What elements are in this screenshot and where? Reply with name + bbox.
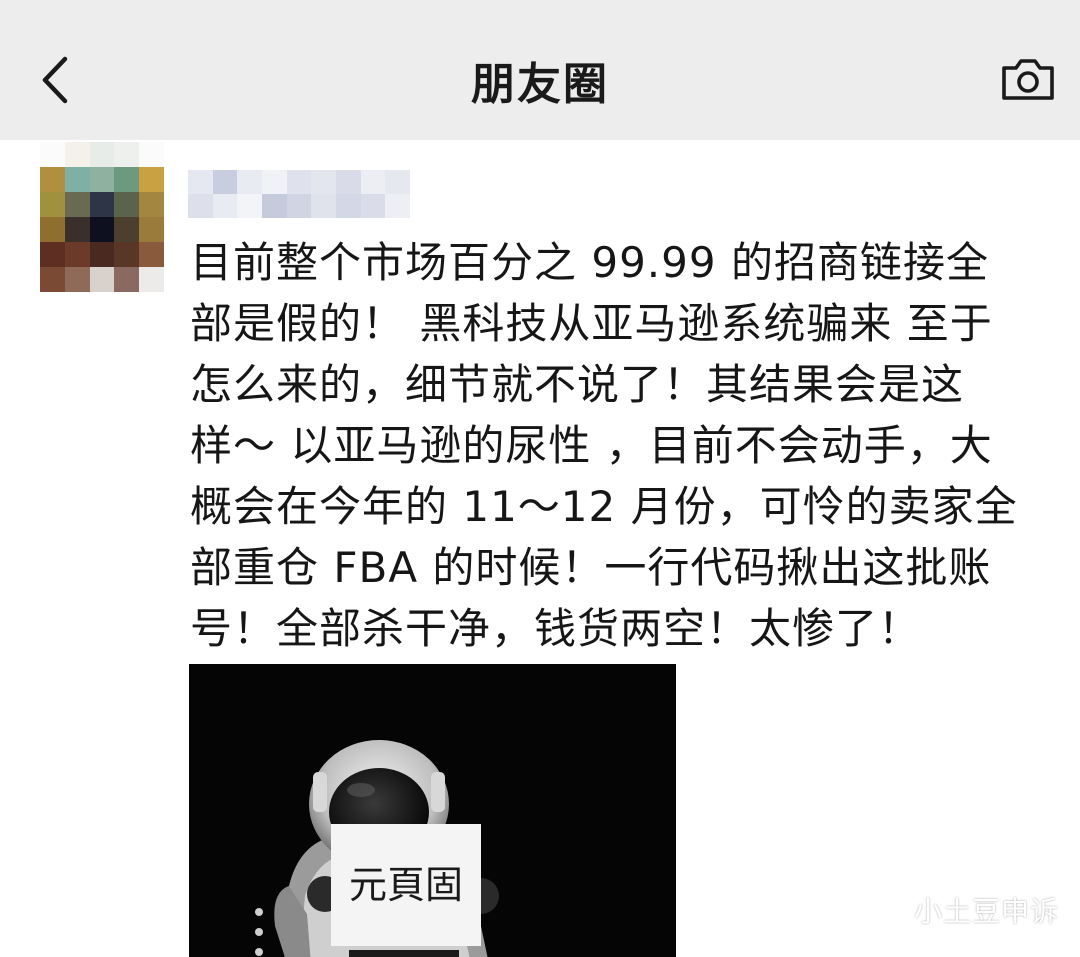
navigation-bar: 朋友圈 bbox=[0, 0, 1080, 140]
avatar-mosaic-cell bbox=[64, 267, 90, 292]
nickname-mosaic-cell bbox=[261, 170, 287, 194]
avatar-mosaic-cell bbox=[114, 267, 140, 292]
avatar-mosaic-cell bbox=[64, 217, 90, 242]
astronaut-illustration: 元頁固 bbox=[255, 740, 499, 957]
nickname-mosaic-cell bbox=[212, 194, 238, 218]
nickname[interactable] bbox=[188, 170, 410, 218]
avatar-mosaic-cell bbox=[139, 217, 164, 242]
avatar-mosaic-cell bbox=[40, 267, 65, 292]
avatar-mosaic-cell bbox=[89, 167, 115, 192]
nickname-mosaic-cell bbox=[237, 170, 262, 194]
avatar-mosaic-cell bbox=[40, 217, 65, 242]
nickname-mosaic-cell bbox=[360, 194, 386, 218]
avatar-mosaic-cell bbox=[64, 142, 90, 167]
avatar-mosaic-cell bbox=[114, 142, 140, 167]
avatar-mosaic-cell bbox=[139, 167, 164, 192]
post-text-line: 概会在今年的 11～12 月份，可怜的卖家全 bbox=[190, 482, 1018, 531]
page-title: 朋友圈 bbox=[471, 59, 609, 110]
wechat-official-account-icon bbox=[862, 894, 904, 924]
avatar-mosaic-cell bbox=[139, 242, 164, 267]
avatar-mosaic-cell bbox=[64, 167, 90, 192]
avatar-mosaic-cell bbox=[89, 142, 115, 167]
nickname-mosaic-cell bbox=[385, 170, 410, 194]
nickname-mosaic-cell bbox=[286, 170, 312, 194]
avatar-mosaic-cell bbox=[114, 167, 140, 192]
nickname-mosaic-cell bbox=[188, 194, 213, 218]
avatar-mosaic-cell bbox=[139, 142, 164, 167]
nickname-mosaic-cell bbox=[261, 194, 287, 218]
avatar-mosaic-cell bbox=[64, 242, 90, 267]
avatar-mosaic-cell bbox=[40, 242, 65, 267]
post-text-line: 部重仓 FBA 的时候！一行代码揪出这批账 bbox=[190, 543, 992, 592]
nickname-mosaic-cell bbox=[286, 194, 312, 218]
avatar-mosaic-cell bbox=[40, 142, 65, 167]
post-text-line: 部是假的！ 黑科技从亚马逊系统骗来 至于 bbox=[190, 299, 993, 348]
moments-page: 朋友圈 目前整个市场百分之 99.99 的招商链接全 部是假的！ 黑科技从亚马逊… bbox=[0, 0, 1080, 957]
post-text-line: 怎么来的，细节就不说了！其结果会是这 bbox=[190, 360, 965, 409]
nickname-mosaic-cell bbox=[360, 170, 386, 194]
avatar-mosaic-cell bbox=[40, 192, 65, 217]
avatar-mosaic-cell bbox=[139, 267, 164, 292]
nickname-mosaic-cell bbox=[188, 170, 213, 194]
camera-button[interactable] bbox=[990, 44, 1066, 114]
nickname-mosaic-cell bbox=[212, 170, 238, 194]
post-text-line: 号！全部杀干净，钱货两空！太惨了！ bbox=[190, 604, 922, 653]
nickname-mosaic-cell bbox=[311, 194, 336, 218]
nickname-mosaic-cell bbox=[335, 194, 361, 218]
nickname-mosaic-cell bbox=[385, 194, 410, 218]
avatar-mosaic-cell bbox=[89, 217, 115, 242]
avatar-mosaic-cell bbox=[89, 267, 115, 292]
watermark: 小土豆申诉 bbox=[862, 888, 1059, 932]
avatar[interactable] bbox=[40, 142, 164, 292]
post-image[interactable]: 元頁固 bbox=[189, 664, 676, 957]
avatar-mosaic-cell bbox=[89, 192, 115, 217]
avatar-mosaic-cell bbox=[40, 167, 65, 192]
avatar-mosaic-cell bbox=[114, 242, 140, 267]
avatar-mosaic-cell bbox=[64, 192, 90, 217]
nickname-mosaic-cell bbox=[237, 194, 262, 218]
avatar-mosaic-cell bbox=[139, 192, 164, 217]
post-text-line: 样～ 以亚马逊的尿性 ，目前不会动手，大 bbox=[190, 421, 993, 470]
sign-text: 元頁固 bbox=[349, 863, 463, 907]
post-text: 目前整个市场百分之 99.99 的招商链接全 部是假的！ 黑科技从亚马逊系统骗来… bbox=[190, 232, 1070, 659]
nickname-mosaic-cell bbox=[311, 170, 336, 194]
camera-icon bbox=[1002, 59, 1054, 100]
watermark-text: 小土豆申诉 bbox=[914, 895, 1060, 928]
avatar-mosaic-cell bbox=[114, 217, 140, 242]
avatar-mosaic-cell bbox=[114, 192, 140, 217]
avatar-mosaic-cell bbox=[89, 242, 115, 267]
nickname-mosaic-cell bbox=[335, 170, 361, 194]
post-text-line: 目前整个市场百分之 99.99 的招商链接全 bbox=[190, 238, 989, 287]
